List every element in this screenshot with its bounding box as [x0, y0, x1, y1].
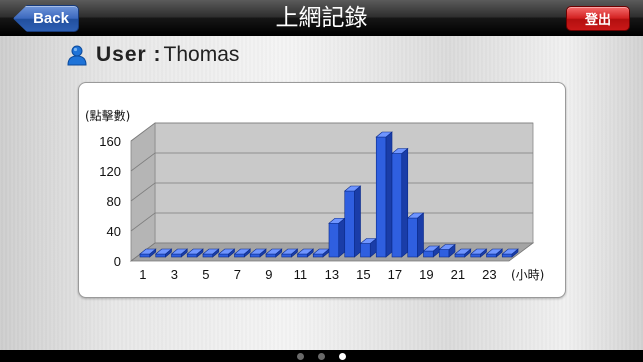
bar — [407, 217, 418, 258]
bar — [391, 153, 403, 258]
bar — [328, 222, 340, 258]
x-tick-label: 9 — [265, 267, 272, 282]
y-tick-label: 0 — [114, 254, 121, 269]
chart-canvas: 04080120160(點擊數)1 3 5 7 9 11 13 15 17 19 21 23 (小時) — [85, 108, 544, 282]
bar-side — [385, 131, 393, 258]
x-tick-label: 23 — [482, 267, 496, 282]
x-tick-label: 1 — [139, 267, 146, 282]
user-info: User : Thomas — [66, 40, 239, 70]
bar — [171, 253, 182, 258]
bar-side — [338, 217, 346, 258]
x-tick-label: 13 — [325, 267, 339, 282]
bar — [423, 250, 434, 258]
bar — [202, 253, 214, 258]
user-name: Thomas — [163, 43, 240, 66]
bar — [344, 190, 355, 258]
bar — [218, 253, 229, 258]
user-icon — [67, 45, 87, 66]
page-title: 上網記錄 — [275, 5, 368, 31]
x-tick-label: 5 — [202, 267, 209, 282]
x-tick-label: 19 — [419, 267, 433, 282]
x-tick-label: 11 — [294, 267, 308, 282]
page-dot[interactable] — [339, 352, 346, 360]
y-tick-label: 160 — [99, 134, 121, 149]
bar-side — [417, 212, 424, 258]
bar — [486, 253, 497, 258]
y-tick-label: 120 — [99, 164, 121, 179]
bar — [375, 136, 387, 258]
x-tick-label: 15 — [356, 267, 370, 282]
bar — [470, 253, 481, 258]
bar — [155, 253, 166, 258]
y-axis-label: (點擊數) — [85, 108, 130, 123]
y-tick-label: 40 — [107, 224, 121, 239]
x-axis-label: (小時) — [511, 268, 544, 282]
bar-side — [401, 147, 409, 258]
bar — [312, 253, 324, 258]
bar — [438, 249, 450, 258]
bar — [501, 253, 513, 258]
bar — [234, 253, 245, 258]
bar — [249, 253, 261, 258]
bar — [297, 253, 308, 258]
bar — [186, 253, 198, 258]
page-indicator — [0, 351, 643, 361]
bar-side — [354, 185, 361, 258]
bar — [454, 253, 466, 258]
y-tick-label: 80 — [107, 194, 121, 209]
page-dot[interactable] — [297, 352, 304, 360]
logout-button[interactable]: 登出 — [566, 6, 630, 31]
bar — [281, 253, 292, 258]
hourly-clicks-chart: 0 40 80 120 160 (點擊數) 1 3 5 7 9 11 13 15 17 19 21 23 (小時) — [78, 82, 566, 298]
user-label: User : — [96, 43, 162, 66]
bar — [360, 243, 371, 258]
x-tick-label: 21 — [451, 267, 465, 282]
navigation-bar: Back 上網記錄 登出 — [0, 0, 643, 36]
x-tick-label: 3 — [171, 267, 178, 282]
page-dot[interactable] — [318, 352, 325, 360]
x-tick-label: 17 — [388, 267, 402, 282]
x-tick-label: 7 — [234, 267, 241, 282]
bar — [265, 253, 277, 258]
bar — [139, 253, 151, 258]
